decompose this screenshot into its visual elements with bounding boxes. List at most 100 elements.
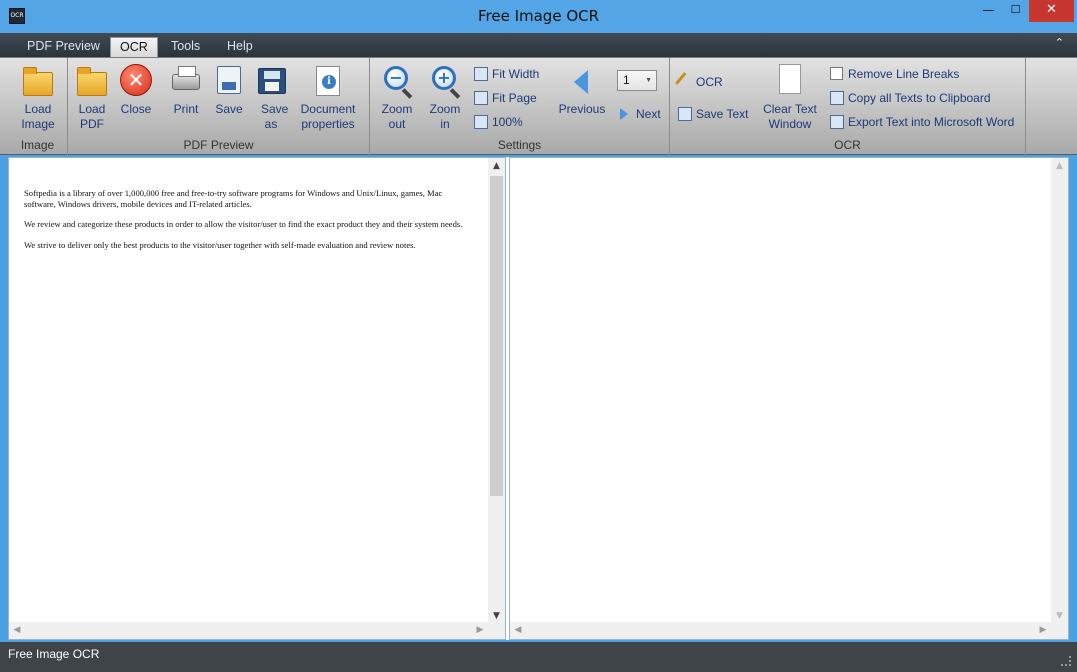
wand-icon xyxy=(675,72,695,92)
image-preview-pane[interactable]: Softpedia is a library of over 1,000,000… xyxy=(8,157,506,640)
resize-grip-icon[interactable] xyxy=(1061,656,1071,666)
document-properties-label: Document properties xyxy=(300,102,356,131)
scroll-up-icon[interactable]: ▲ xyxy=(1051,158,1068,174)
scroll-left-icon[interactable]: ◀ xyxy=(510,622,526,639)
image-group-label: Image xyxy=(20,138,55,152)
right-arrow-icon xyxy=(620,108,628,120)
export-word-label: Export Text into Microsoft Word xyxy=(848,115,1015,129)
actual-size-button[interactable]: 100% xyxy=(474,113,523,131)
zoom-in-label: Zoom in xyxy=(429,102,461,131)
scroll-right-icon[interactable]: ▶ xyxy=(1035,622,1051,639)
checkbox-icon[interactable] xyxy=(830,67,843,80)
document-paragraph: We review and categorize these products … xyxy=(24,219,463,229)
ribbon-tabs: PDF Preview OCR Tools Help ⌃ xyxy=(0,33,1077,57)
document-properties-button[interactable]: Document properties xyxy=(296,64,360,132)
previous-page-button[interactable]: Previous xyxy=(556,64,608,117)
ocr-label: OCR xyxy=(696,75,723,89)
ocr-text-pane[interactable]: ▲ ▼ ◀ ▶ xyxy=(509,157,1069,640)
tab-help[interactable]: Help xyxy=(218,37,262,57)
document-page: Softpedia is a library of over 1,000,000… xyxy=(24,188,474,260)
word-export-icon xyxy=(830,115,844,129)
fit-width-label: Fit Width xyxy=(492,67,540,81)
status-text: Free Image OCR xyxy=(8,647,100,661)
title-bar: OCR Free Image OCR — ☐ ✕ xyxy=(0,0,1077,33)
close-window-button[interactable]: ✕ xyxy=(1029,0,1074,22)
settings-group-label: Settings xyxy=(497,138,542,152)
copy-all-texts-button[interactable]: Copy all Texts to Clipboard xyxy=(830,89,991,107)
save-icon xyxy=(213,64,245,98)
load-image-label: Load Image xyxy=(21,102,55,131)
preview-horizontal-scrollbar[interactable]: ◀ ▶ xyxy=(9,622,505,639)
print-label: Print xyxy=(173,102,199,116)
maximize-button[interactable]: ☐ xyxy=(1002,0,1029,22)
chevron-down-icon: ▼ xyxy=(645,77,652,84)
ocr-button[interactable]: OCR xyxy=(675,72,723,92)
export-word-button[interactable]: Export Text into Microsoft Word xyxy=(830,113,1014,131)
previous-label: Previous xyxy=(558,102,606,116)
scroll-up-icon[interactable]: ▲ xyxy=(488,158,505,174)
pdf-folder-icon xyxy=(76,64,108,98)
scroll-left-icon[interactable]: ◀ xyxy=(9,622,25,639)
status-bar: Free Image OCR xyxy=(0,642,1077,672)
collapse-ribbon-icon[interactable]: ⌃ xyxy=(1055,36,1064,49)
remove-line-breaks-checkbox[interactable]: Remove Line Breaks xyxy=(830,65,959,83)
save-as-button[interactable]: Save as xyxy=(253,64,289,132)
fit-page-icon xyxy=(474,91,488,105)
tab-ocr[interactable]: OCR xyxy=(110,37,158,57)
next-label: Next xyxy=(636,107,661,121)
clipboard-icon xyxy=(830,91,844,105)
zoom-out-label: Zoom out xyxy=(381,102,413,131)
main-area: Softpedia is a library of over 1,000,000… xyxy=(8,157,1069,640)
ocr-group-label: OCR xyxy=(834,138,861,152)
document-paragraph: Softpedia is a library of over 1,000,000… xyxy=(24,188,443,209)
floppy-disk-icon xyxy=(255,64,287,98)
save-text-button[interactable]: Save Text xyxy=(678,105,748,123)
load-image-button[interactable]: Load Image xyxy=(16,64,60,132)
page-number-select[interactable]: 1 ▼ xyxy=(617,70,657,91)
tab-tools[interactable]: Tools xyxy=(162,37,209,57)
next-page-button[interactable]: Next xyxy=(620,105,661,123)
minimize-button[interactable]: — xyxy=(975,0,1002,22)
scrollbar-thumb[interactable] xyxy=(490,176,503,496)
pdf-preview-group: Load PDF ✕ Close Print Save Save as Docu… xyxy=(68,58,370,155)
close-icon: ✕ xyxy=(120,64,152,98)
fit-width-button[interactable]: Fit Width xyxy=(474,65,539,83)
remove-line-breaks-label: Remove Line Breaks xyxy=(848,67,960,81)
copy-all-texts-label: Copy all Texts to Clipboard xyxy=(848,91,991,105)
load-pdf-button[interactable]: Load PDF xyxy=(74,64,110,132)
print-button[interactable]: Print xyxy=(168,64,204,117)
fit-page-button[interactable]: Fit Page xyxy=(474,89,537,107)
save-button[interactable]: Save xyxy=(211,64,247,117)
tab-pdf-preview[interactable]: PDF Preview xyxy=(18,37,109,57)
document-info-icon xyxy=(312,64,344,98)
left-arrow-icon xyxy=(566,64,598,98)
save-as-label: Save as xyxy=(261,102,289,131)
scroll-right-icon[interactable]: ▶ xyxy=(472,622,488,639)
folder-icon xyxy=(22,64,54,98)
ribbon: Load Image Image Load PDF ✕ Close Print … xyxy=(0,57,1077,155)
zoom-in-icon: + xyxy=(429,64,461,98)
load-pdf-label: Load PDF xyxy=(78,102,106,131)
ocr-group: OCR Save Text Clear Text Window Remove L… xyxy=(670,58,1026,155)
fit-width-icon xyxy=(474,67,488,81)
page-number-value: 1 xyxy=(623,73,630,87)
close-label: Close xyxy=(120,102,152,116)
printer-icon xyxy=(170,64,202,98)
text-horizontal-scrollbar[interactable]: ◀ ▶ xyxy=(510,622,1068,639)
clear-text-window-label: Clear Text Window xyxy=(763,102,817,131)
zoom-in-button[interactable]: + Zoom in xyxy=(426,64,464,132)
pdf-preview-group-label: PDF Preview xyxy=(183,138,254,152)
clear-text-window-button[interactable]: Clear Text Window xyxy=(760,64,820,132)
document-paragraph: We strive to deliver only the best produ… xyxy=(24,239,416,250)
text-vertical-scrollbar[interactable]: ▲ ▼ xyxy=(1051,158,1068,624)
actual-size-label: 100% xyxy=(492,115,523,129)
image-group: Load Image Image xyxy=(8,58,68,155)
save-text-icon xyxy=(678,107,692,121)
close-pdf-button[interactable]: ✕ Close xyxy=(118,64,154,117)
save-label: Save xyxy=(215,102,243,116)
preview-vertical-scrollbar[interactable]: ▲ ▼ xyxy=(488,158,505,624)
actual-size-icon xyxy=(474,115,488,129)
zoom-out-button[interactable]: − Zoom out xyxy=(378,64,416,132)
blank-document-icon xyxy=(774,64,806,98)
zoom-out-icon: − xyxy=(381,64,413,98)
